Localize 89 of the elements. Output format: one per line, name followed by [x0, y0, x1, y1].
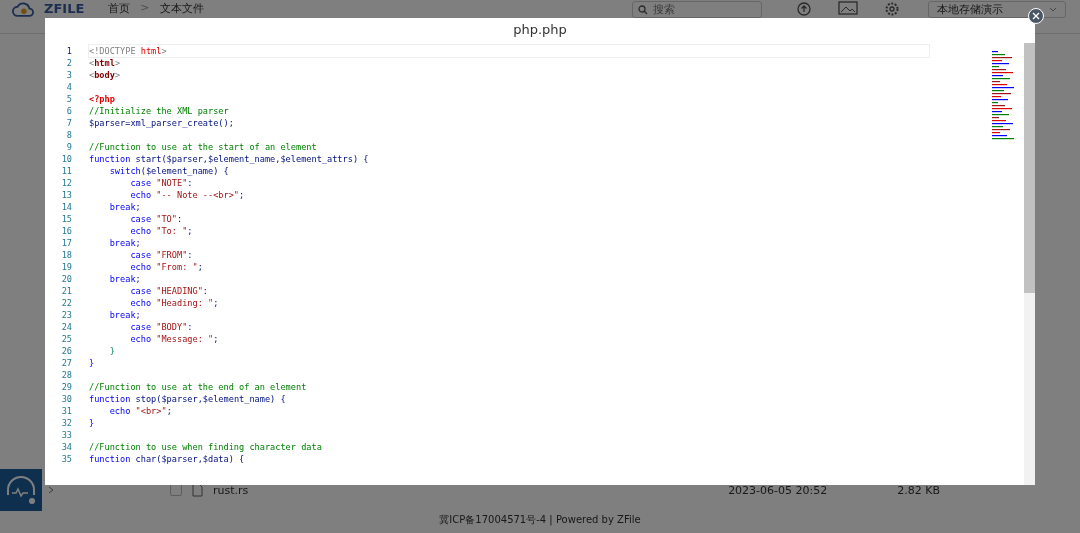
code-line: function start($parser,$element_name,$element_attrs) { [88, 153, 370, 166]
code-line: echo "Message: "; [129, 333, 220, 346]
logo-text: ZFILE [44, 1, 85, 16]
line-number: 3 [65, 70, 72, 80]
file-date: 2023-06-05 20:52 [728, 483, 828, 497]
file-size: 2.82 KB [897, 483, 940, 497]
code-line: break; [108, 273, 142, 286]
code-line: //Function to use at the end of an element [88, 381, 308, 394]
code-line: } [88, 357, 96, 370]
line-number: 2 [65, 58, 72, 68]
line-number: 17 [60, 238, 72, 248]
code-line: case "BODY": [129, 321, 194, 334]
code-line: function char($parser,$data) { [88, 453, 246, 466]
line-number: 1 [65, 46, 72, 56]
settings-icon[interactable] [884, 1, 900, 17]
footer-text: 冀ICP备17004571号-4 | Powered by ZFile [438, 513, 642, 528]
code-line: //Initialize the XML parser [88, 105, 230, 118]
code-line: <?php [88, 93, 116, 106]
line-number: 27 [60, 358, 72, 368]
code-line: $parser=xml_parser_create(); [88, 117, 235, 130]
headset-icon [4, 475, 38, 505]
breadcrumb-separator: > [140, 1, 150, 14]
code-line: <html> [88, 57, 122, 70]
code-line: } [108, 345, 116, 358]
code-line: <body> [88, 69, 122, 82]
line-number: 8 [65, 130, 72, 140]
code-line: echo "-- Note --<br>"; [129, 189, 246, 202]
search-field[interactable]: 搜索 [632, 1, 762, 18]
line-number: 25 [60, 334, 72, 344]
breadcrumb-link[interactable]: 文本文件 [159, 1, 204, 16]
code-line: break; [108, 237, 142, 250]
code-line: case "TO": [129, 213, 184, 226]
line-number: 22 [60, 298, 72, 308]
line-number: 9 [65, 142, 72, 152]
line-number: 29 [60, 382, 72, 392]
chevron-icon [1049, 7, 1057, 12]
code-line: case "FROM": [129, 249, 194, 262]
image-icon[interactable] [838, 1, 858, 15]
line-number: 14 [60, 202, 72, 212]
line-number: 35 [60, 454, 72, 464]
code-line: //Function to use when finding character data [88, 441, 323, 454]
code-line: //Function to use at the start of an element [88, 141, 318, 154]
line-number: 7 [65, 118, 72, 128]
code-line: break; [108, 201, 142, 214]
upload-icon[interactable] [796, 1, 812, 17]
code-line: echo "From: "; [129, 261, 204, 274]
line-number: 21 [60, 286, 72, 296]
code-line: echo "To: "; [129, 225, 194, 238]
code-line: break; [108, 309, 142, 322]
code-line: function stop($parser,$element_name) { [88, 393, 287, 406]
scrollbar[interactable] [1024, 43, 1035, 485]
line-number: 13 [60, 190, 72, 200]
line-number: 24 [60, 322, 72, 332]
code-line: echo "<br>"; [108, 405, 173, 418]
line-number: 18 [60, 250, 72, 260]
line-number: 28 [60, 370, 72, 380]
line-number: 23 [60, 310, 72, 320]
breadcrumb-link[interactable]: 首页 [108, 1, 131, 16]
support-button[interactable] [0, 469, 42, 511]
chevron-right-icon[interactable] [48, 486, 54, 494]
cloud-icon [12, 1, 34, 18]
close-icon [1032, 12, 1040, 20]
line-number: 15 [60, 214, 72, 224]
line-number: 31 [60, 406, 72, 416]
code-line: switch($element_name) { [108, 165, 230, 178]
file-name: rust.rs [213, 483, 249, 497]
line-number: 33 [60, 430, 72, 440]
line-number: 16 [60, 226, 72, 236]
line-number: 12 [60, 178, 72, 188]
code-line: case "NOTE": [129, 177, 194, 190]
dialog-title: php.php [512, 21, 568, 39]
line-number: 19 [60, 262, 72, 272]
line-number: 20 [60, 274, 72, 284]
file-icon [192, 483, 203, 497]
line-number: 32 [60, 418, 72, 428]
code-line: case "HEADING": [129, 285, 210, 298]
line-number: 6 [65, 106, 72, 116]
line-number: 10 [60, 154, 72, 164]
line-number: 34 [60, 442, 72, 452]
code-line: } [88, 417, 96, 430]
line-number: 4 [65, 82, 72, 92]
code-line: echo "Heading: "; [129, 297, 220, 310]
search-icon [638, 5, 648, 15]
line-number: 26 [60, 346, 72, 356]
line-number: 11 [60, 166, 72, 176]
line-number: 30 [60, 394, 72, 404]
scrollbar-thumb[interactable] [1024, 43, 1035, 293]
line-number: 5 [65, 94, 72, 104]
close-button[interactable] [1028, 8, 1044, 24]
